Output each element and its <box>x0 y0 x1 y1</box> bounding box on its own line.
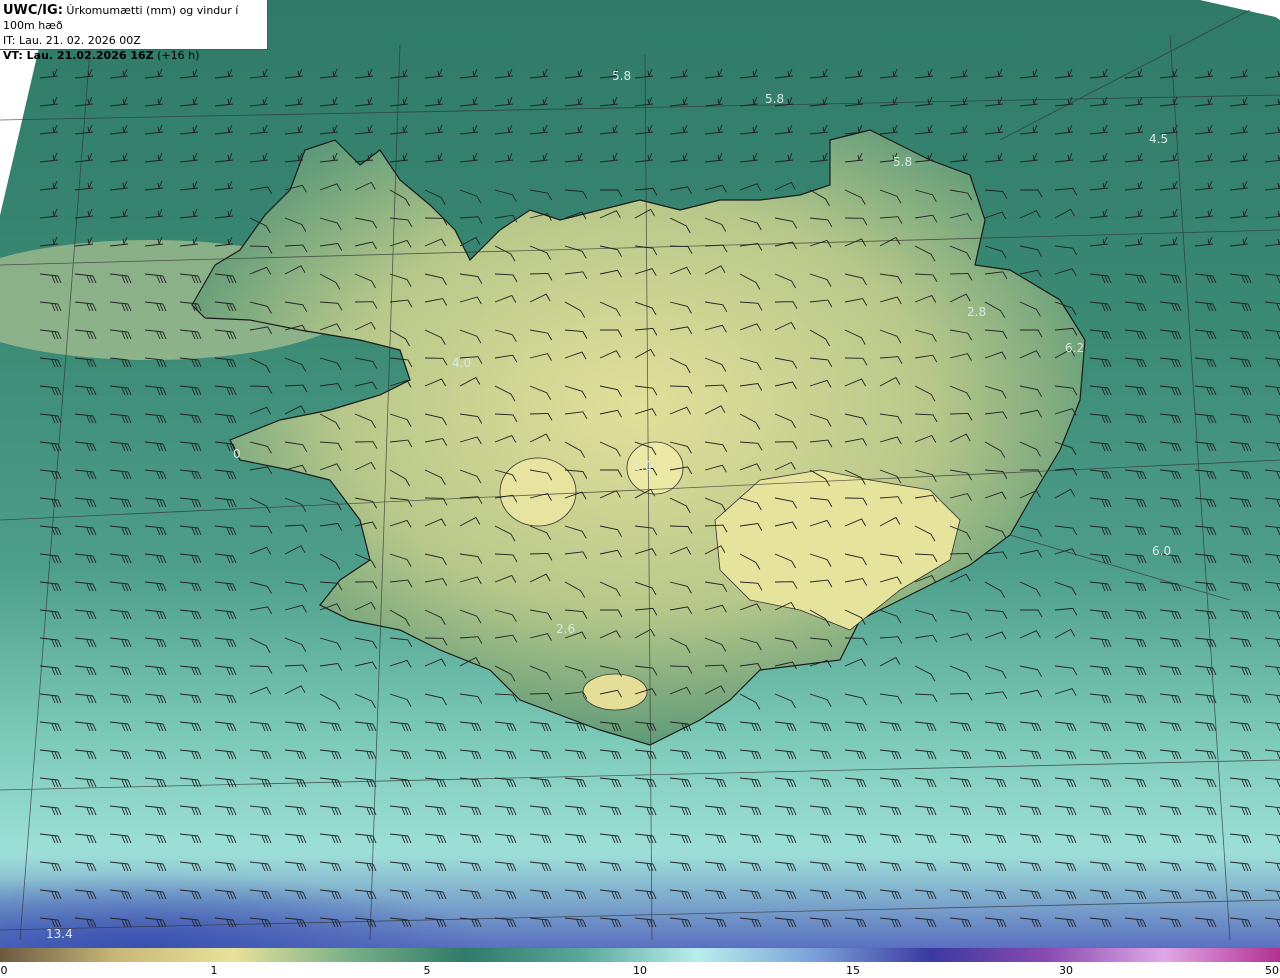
value-label-north-2: 5.8 <box>765 92 784 106</box>
precipitation-wind-map: 5.8 5.8 5.8 4.5 2.8 6.2 4.0 0 1.0 6.0 2.6 13.4 <box>0 0 1280 948</box>
value-label-northeast: 5.8 <box>893 155 912 169</box>
colorbar-tick-label: 10 <box>633 964 647 977</box>
value-label-far-northeast: 4.5 <box>1149 132 1168 146</box>
value-label-east: 2.8 <box>967 305 986 319</box>
value-label-southeast-sea: 6.0 <box>1152 544 1171 558</box>
title-line-3: VT: Lau. 21.02.2026 16Z (+16 h) <box>3 48 267 63</box>
value-label-southwest-sea: 13.4 <box>46 927 73 941</box>
colorbar-labels: 0 1 5 10 15 30 50 <box>0 962 1280 978</box>
value-label-west: 4.0 <box>452 356 471 370</box>
value-label-east-coast: 6.2 <box>1065 341 1084 355</box>
valid-time: VT: Lau. 21.02.2026 16Z <box>3 49 154 62</box>
southwest-heavy-precip <box>0 800 700 948</box>
title-line-1: UWC/IG: Úrkomumætti (mm) og vindur í 100… <box>3 3 267 33</box>
init-time-label: IT: <box>3 34 16 47</box>
colorbar-tick-label: 30 <box>1059 964 1073 977</box>
langjokull-glacier <box>499 457 577 527</box>
colorbar-tick-label: 0 <box>0 964 8 977</box>
model-name: UWC/IG: <box>3 3 63 18</box>
title-box: UWC/IG: Úrkomumætti (mm) og vindur í 100… <box>0 0 268 62</box>
colorbar-gradient <box>0 948 1280 962</box>
colorbar-tick-label: 50 <box>1265 964 1279 977</box>
myrdalsjokull-glacier <box>582 673 648 711</box>
colorbar-tick-label: 1 <box>210 964 218 977</box>
title-line-2: IT: Lau. 21. 02. 2026 00Z <box>3 33 267 48</box>
init-time-value: Lau. 21. 02. 2026 00Z <box>18 34 141 47</box>
value-label-south: 2.6 <box>556 622 575 636</box>
value-label-north-1: 5.8 <box>612 69 631 83</box>
forecast-offset: (+16 h) <box>157 49 200 62</box>
colorbar-tick-label: 15 <box>846 964 860 977</box>
value-label-central: 1.0 <box>633 459 652 473</box>
value-label-reykjanes: 0 <box>233 447 241 461</box>
colorbar-tick-label: 5 <box>423 964 431 977</box>
colorbar <box>0 948 1280 962</box>
